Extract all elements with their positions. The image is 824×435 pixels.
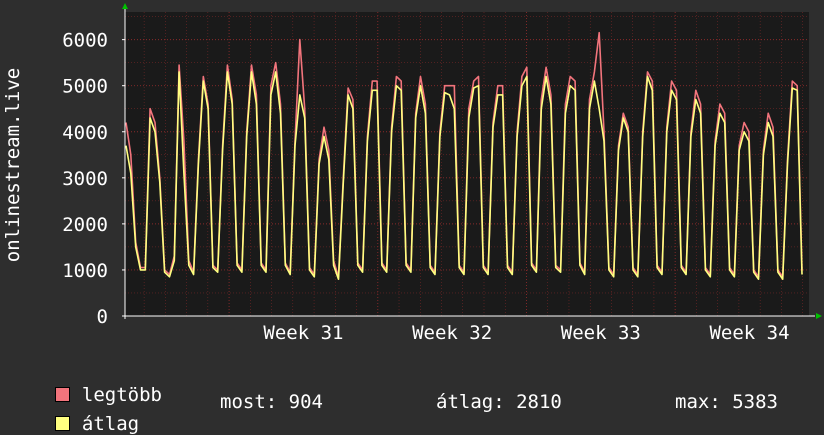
x-tick-label: Week 33: [561, 322, 641, 344]
y-tick-label: 3000: [62, 168, 108, 190]
stat-average: átlag: 2810: [436, 391, 562, 413]
x-tick-labels: Week 31 Week 32 Week 33 Week 34: [263, 322, 789, 344]
y-tick-label: 4000: [62, 122, 108, 144]
x-tick-label: Week 32: [412, 322, 492, 344]
y-tick-label: 1000: [62, 260, 108, 282]
x-tick-label: Week 34: [709, 322, 789, 344]
y-axis-label: onlinestream.live: [2, 68, 24, 262]
y-tick-label: 5000: [62, 76, 108, 98]
y-tick-label: 0: [97, 306, 108, 328]
stat-current: most: 904: [220, 391, 323, 413]
y-tick-labels: 0 1000 2000 3000 4000 5000 6000: [62, 30, 125, 328]
legend-swatch-avg: [54, 416, 70, 431]
x-axis-arrow: [816, 313, 822, 319]
legend-item-avg: átlag: [32, 391, 139, 435]
line-chart: 0 1000 2000 3000 4000 5000 6000 Week 31 Week 32…: [2, 3, 822, 344]
legend-label-avg: átlag: [81, 413, 140, 435]
y-tick-label: 6000: [62, 30, 108, 52]
y-tick-label: 2000: [62, 214, 108, 236]
x-tick-label: Week 31: [263, 322, 343, 344]
stat-maximum: max: 5383: [675, 391, 778, 413]
y-axis-arrow: [122, 3, 128, 9]
